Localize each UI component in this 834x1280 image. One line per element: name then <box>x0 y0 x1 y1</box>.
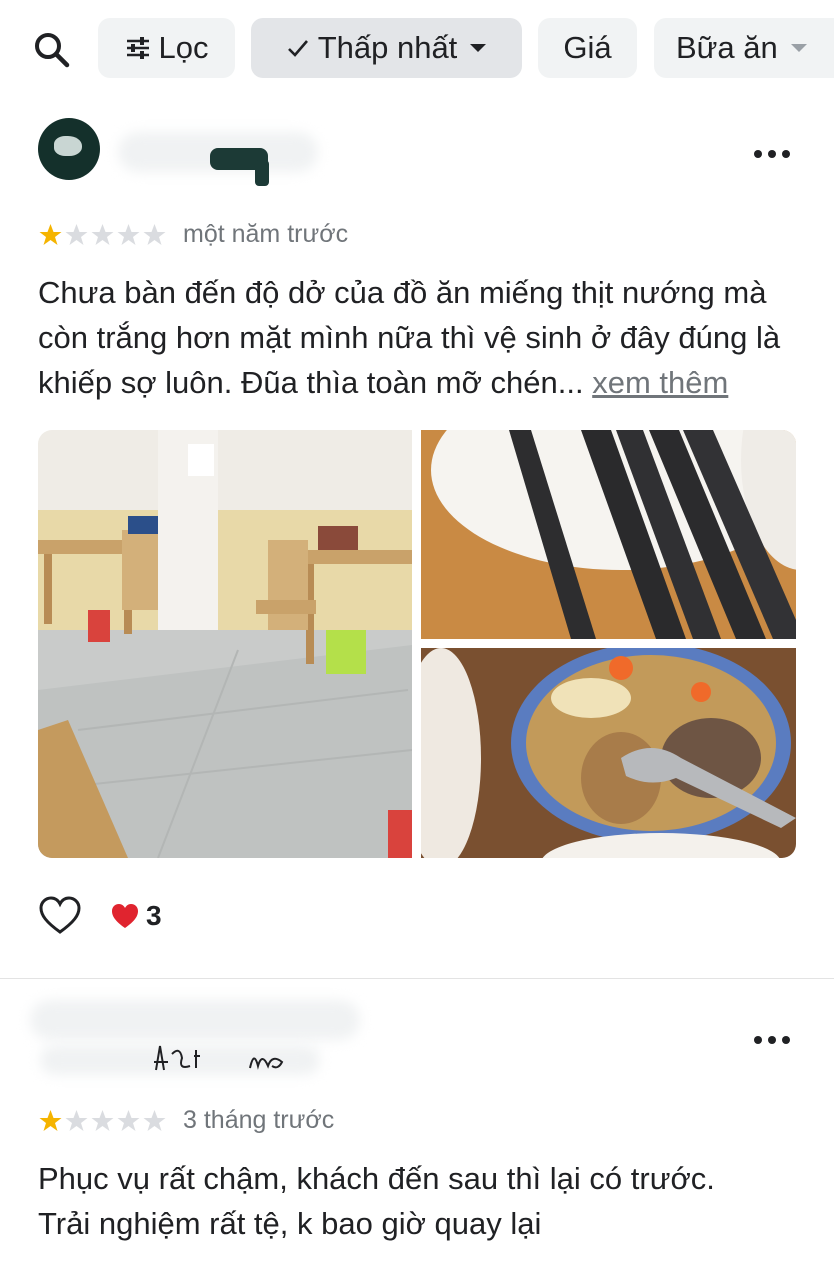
filter-chip-label: Lọc <box>158 30 209 65</box>
chevron-down-icon <box>469 42 487 54</box>
sort-chip[interactable]: Thấp nhất <box>251 18 522 78</box>
review-body-line: Phục vụ rất chậm, khách đến sau thì lại … <box>38 1161 715 1196</box>
filter-bar: Lọc Thấp nhất Giá Bữa ăn <box>0 18 834 80</box>
more-options-button[interactable] <box>754 144 790 164</box>
reviewer-name-scribble-tail <box>255 160 269 186</box>
star-empty-icon <box>143 1109 166 1131</box>
heart-icon <box>112 904 138 928</box>
review-text: Phục vụ rất chậm, khách đến sau thì lại … <box>38 1156 808 1246</box>
rating-row: một năm trước <box>38 220 348 249</box>
rating-row: 3 tháng trước <box>38 1106 334 1135</box>
soup-bowl-photo[interactable] <box>421 648 796 858</box>
review-text: Chưa bàn đến độ dở của đồ ăn miếng thịt … <box>38 270 808 405</box>
search-button[interactable] <box>30 28 74 72</box>
filter-chip[interactable]: Lọc <box>98 18 235 78</box>
star-empty-icon <box>117 1109 140 1131</box>
restaurant-interior-photo[interactable] <box>38 430 412 858</box>
chevron-down-icon <box>790 42 808 54</box>
more-options-button[interactable] <box>754 1030 790 1050</box>
review-time: 3 tháng trước <box>183 1106 335 1134</box>
star-empty-icon <box>91 223 114 245</box>
star-empty-icon <box>65 223 88 245</box>
star-rating <box>38 1109 167 1133</box>
avatar[interactable] <box>38 118 100 180</box>
review-photos <box>38 430 796 858</box>
divider <box>0 978 834 979</box>
review-time: một năm trước <box>183 220 349 248</box>
reaction-count: 3 <box>146 900 162 931</box>
star-rating <box>38 223 167 247</box>
reaction-row: 3 <box>38 896 162 936</box>
review-body-line: Trải nghiệm rất tệ, k bao giờ quay lại <box>38 1206 542 1241</box>
read-more-link[interactable]: xem thêm <box>592 365 728 400</box>
search-icon <box>35 33 70 68</box>
heart-outline-icon[interactable] <box>38 896 82 936</box>
meal-chip-label: Bữa ăn <box>676 30 778 65</box>
meal-chip[interactable]: Bữa ăn <box>654 18 834 78</box>
reviewer-avatar-redacted <box>30 1000 360 1040</box>
sort-chip-label: Thấp nhất <box>317 30 458 65</box>
price-chip-label: Giá <box>563 30 612 65</box>
price-chip[interactable]: Giá <box>538 18 637 78</box>
tune-icon <box>125 36 151 60</box>
reviewer-name-scribble <box>154 1045 284 1071</box>
chopsticks-photo[interactable] <box>421 430 796 639</box>
star-empty-icon <box>65 1109 88 1131</box>
star-filled-icon <box>39 223 62 245</box>
check-icon <box>286 37 310 59</box>
star-empty-icon <box>91 1109 114 1131</box>
star-filled-icon <box>39 1109 62 1131</box>
star-empty-icon <box>143 223 166 245</box>
star-empty-icon <box>117 223 140 245</box>
